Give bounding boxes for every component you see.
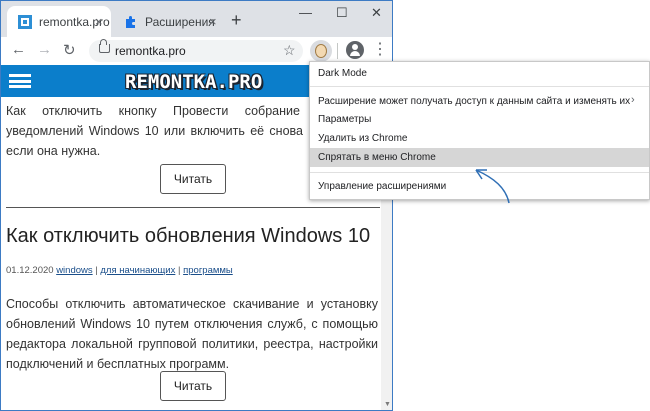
arrow-icon: [475, 169, 510, 204]
annotation-arrow: [475, 169, 510, 204]
